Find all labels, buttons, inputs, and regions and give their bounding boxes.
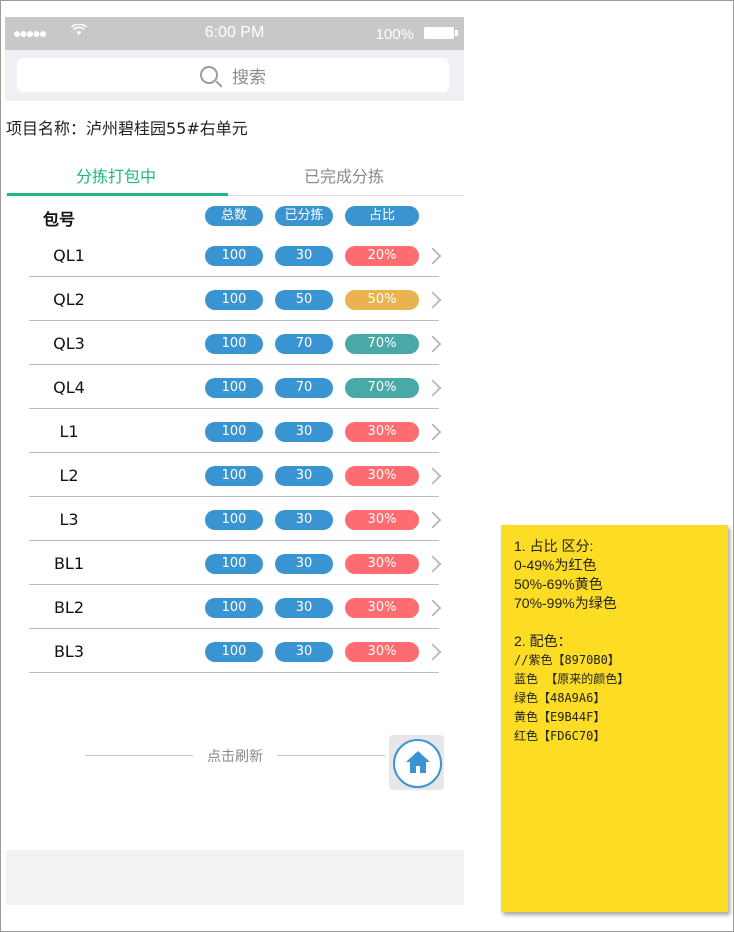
footer-bar <box>6 850 464 905</box>
sorted-badge: 70 <box>275 334 333 354</box>
active-tab-indicator <box>7 193 228 196</box>
package-id: L2 <box>59 466 79 485</box>
note-line: 1. 占比 区分: <box>514 538 594 554</box>
tab-completed[interactable]: 已完成分拣 <box>304 163 384 187</box>
package-id: L1 <box>59 422 79 441</box>
annotation-note: 1. 占比 区分: 0-49%为红色 50%-69%黄色 70%-99%为绿色 2. 配… <box>501 525 728 912</box>
ratio-badge: 70% <box>345 334 419 354</box>
search-bar: 搜索 <box>5 50 464 101</box>
ratio-badge: 30% <box>345 554 419 574</box>
package-id: BL2 <box>53 598 85 617</box>
search-placeholder: 搜索 <box>232 67 266 88</box>
sorted-badge: 30 <box>275 510 333 530</box>
chevron-right-icon[interactable] <box>424 643 442 661</box>
table-row[interactable]: L1 100 30 30% <box>29 409 442 453</box>
ratio-badge: 50% <box>345 290 419 310</box>
note-line: 绿色【48A9A6】 <box>514 691 606 705</box>
note-line: 红色【FD6C70】 <box>514 729 606 743</box>
package-id: QL4 <box>53 378 85 397</box>
total-badge: 100 <box>205 598 263 618</box>
total-badge: 100 <box>205 554 263 574</box>
battery-percent: 100% <box>375 26 414 43</box>
divider-right <box>277 755 385 756</box>
table-header: 包号 总数 已分拣 占比 <box>29 203 439 233</box>
total-badge: 100 <box>205 510 263 530</box>
refresh-control[interactable]: 点击刷新 <box>85 745 385 765</box>
total-badge: 100 <box>205 642 263 662</box>
header-sorted: 已分拣 <box>275 206 333 226</box>
note-line: 2. 配色： <box>514 633 572 649</box>
sorted-badge: 30 <box>275 246 333 266</box>
project-name: 项目名称：泸州碧桂园55#右单元 <box>6 119 248 138</box>
package-id: BL3 <box>53 642 85 661</box>
battery-icon <box>424 27 458 39</box>
sorted-badge: 30 <box>275 642 333 662</box>
sorted-badge: 30 <box>275 598 333 618</box>
table-row[interactable]: QL4 100 70 70% <box>29 365 442 409</box>
refresh-label[interactable]: 点击刷新 <box>193 746 277 766</box>
sorted-badge: 30 <box>275 422 333 442</box>
ratio-badge: 30% <box>345 422 419 442</box>
package-id: QL2 <box>53 290 85 309</box>
divider-left <box>85 755 193 756</box>
table-row[interactable]: BL1 100 30 30% <box>29 541 442 585</box>
note-line: //紫色【8970B0】 <box>514 653 620 667</box>
table-row[interactable]: QL3 100 70 70% <box>29 321 442 365</box>
note-line: 50%-69%黄色 <box>514 576 603 592</box>
chevron-right-icon[interactable] <box>424 379 442 397</box>
note-line: 70%-99%为绿色 <box>514 595 617 611</box>
total-badge: 100 <box>205 378 263 398</box>
tab-bar: 分拣打包中 已完成分拣 <box>6 157 464 196</box>
ratio-badge: 70% <box>345 378 419 398</box>
total-badge: 100 <box>205 334 263 354</box>
table-row[interactable]: L3 100 30 30% <box>29 497 442 541</box>
table-row[interactable]: QL1 100 30 20% <box>29 233 442 277</box>
table-row[interactable]: L2 100 30 30% <box>29 453 442 497</box>
chevron-right-icon[interactable] <box>424 467 442 485</box>
header-package: 包号 <box>42 210 75 229</box>
note-line: 黄色【E9B44F】 <box>514 710 606 724</box>
note-line: 蓝色 【原来的颜色】 <box>514 672 630 686</box>
header-ratio: 占比 <box>345 206 419 226</box>
home-button[interactable] <box>389 735 444 790</box>
chevron-right-icon[interactable] <box>424 555 442 573</box>
table-row[interactable]: BL3 100 30 30% <box>29 629 442 673</box>
sorted-badge: 50 <box>275 290 333 310</box>
ratio-badge: 30% <box>345 510 419 530</box>
package-list: 包号 总数 已分拣 占比 QL1 100 30 20% QL2 100 50 50% QL3 10… <box>29 203 442 673</box>
ratio-badge: 30% <box>345 642 419 662</box>
chevron-right-icon[interactable] <box>424 423 442 441</box>
status-bar: ●●●●● 6:00 PM 100% <box>5 17 464 50</box>
package-id: QL1 <box>53 246 85 265</box>
chevron-right-icon[interactable] <box>424 599 442 617</box>
home-icon <box>406 751 430 773</box>
phone-screen: ●●●●● 6:00 PM 100% 搜索 项目名称：泸州碧桂园55#右单元 分… <box>5 17 464 906</box>
total-badge: 100 <box>205 422 263 442</box>
chevron-right-icon[interactable] <box>424 247 442 265</box>
search-input[interactable]: 搜索 <box>17 58 449 92</box>
note-line: 0-49%为红色 <box>514 557 597 573</box>
total-badge: 100 <box>205 246 263 266</box>
ratio-badge: 20% <box>345 246 419 266</box>
header-total: 总数 <box>205 206 263 226</box>
package-id: BL1 <box>53 554 85 573</box>
total-badge: 100 <box>205 290 263 310</box>
chevron-right-icon[interactable] <box>424 291 442 309</box>
chevron-right-icon[interactable] <box>424 511 442 529</box>
chevron-right-icon[interactable] <box>424 335 442 353</box>
sorted-badge: 70 <box>275 378 333 398</box>
sorted-badge: 30 <box>275 466 333 486</box>
home-circle <box>393 739 442 788</box>
table-row[interactable]: QL2 100 50 50% <box>29 277 442 321</box>
ratio-badge: 30% <box>345 598 419 618</box>
package-id: QL3 <box>53 334 85 353</box>
table-row[interactable]: BL2 100 30 30% <box>29 585 442 629</box>
search-icon <box>200 66 218 84</box>
sorted-badge: 30 <box>275 554 333 574</box>
tab-sorting[interactable]: 分拣打包中 <box>76 163 156 187</box>
ratio-badge: 30% <box>345 466 419 486</box>
package-id: L3 <box>59 510 79 529</box>
total-badge: 100 <box>205 466 263 486</box>
